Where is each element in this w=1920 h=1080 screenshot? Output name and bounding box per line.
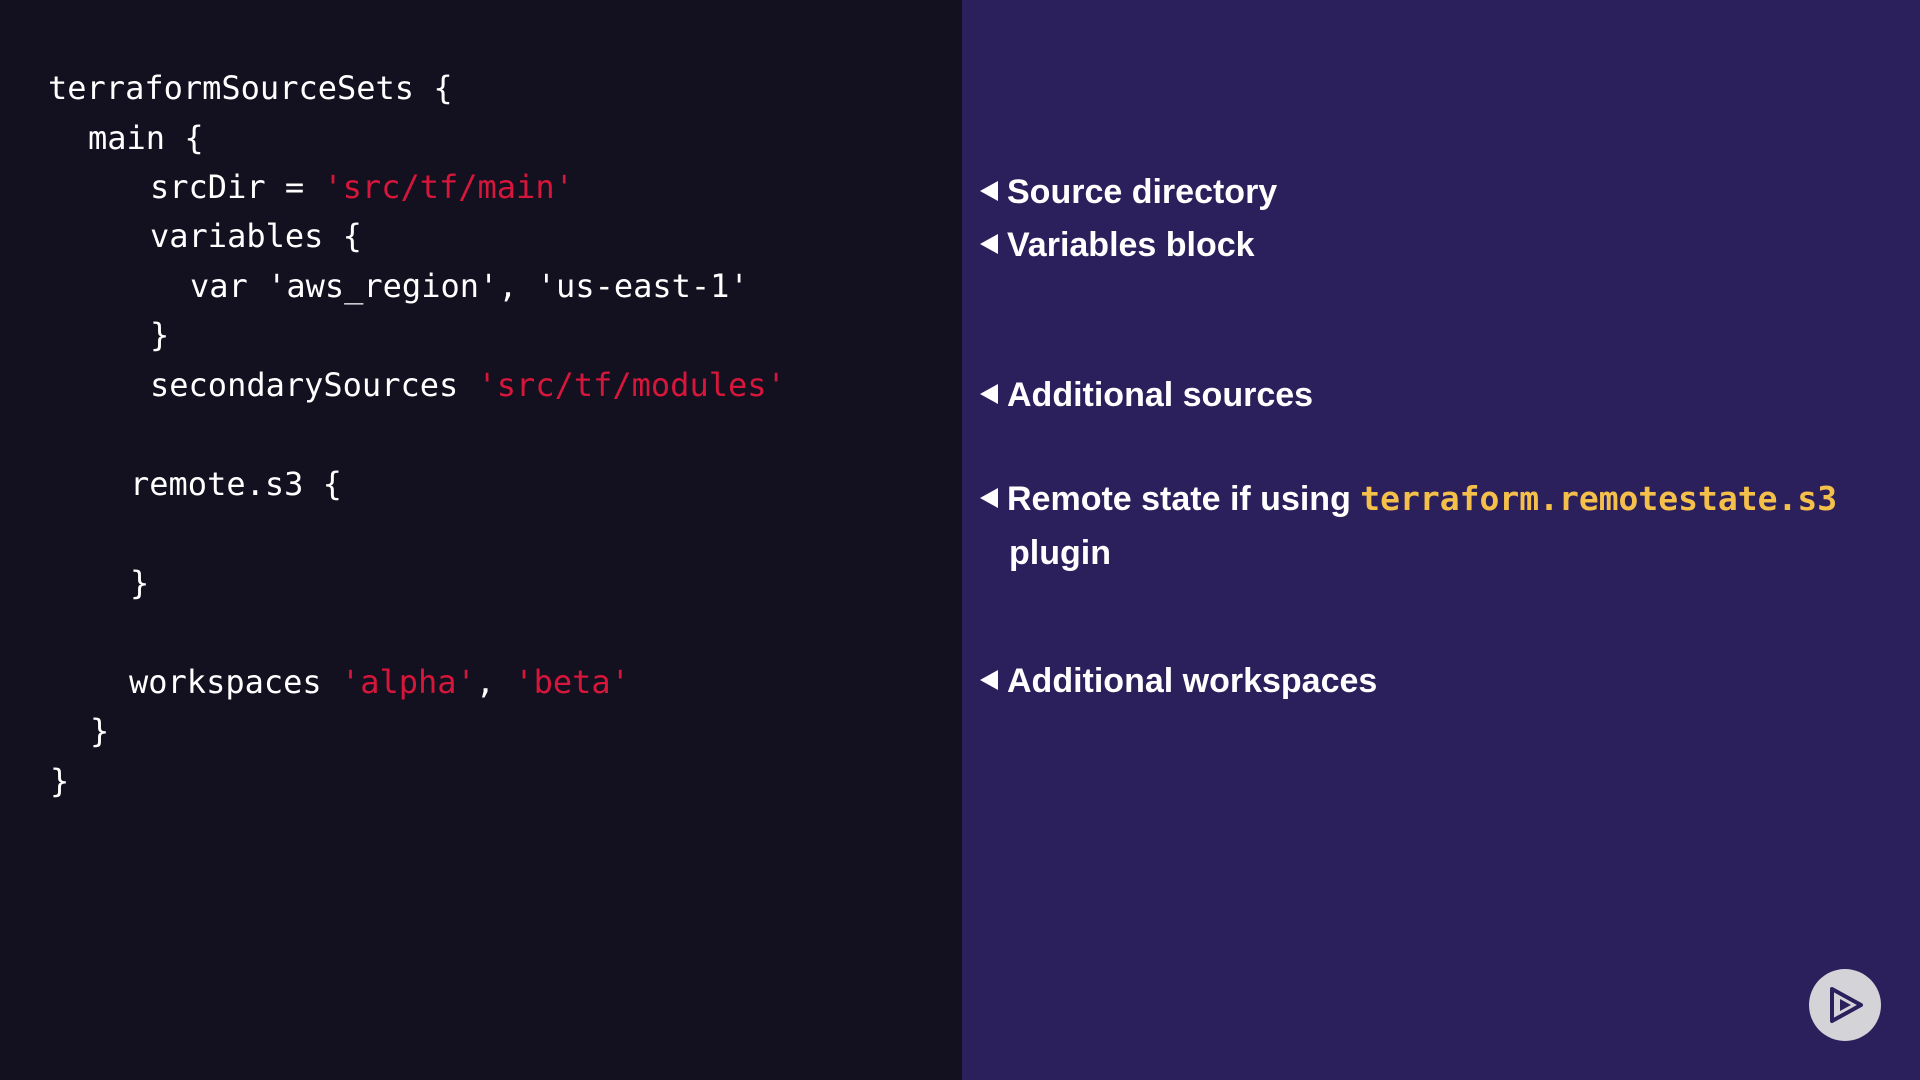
code-token: } [50, 762, 70, 800]
note-remote-state-text: Remote state if using [1007, 480, 1361, 518]
note-variables-block-text: Variables block [1007, 226, 1255, 264]
code-string-literal: 'src/tf/modules' [477, 366, 786, 404]
code-token: } [150, 316, 170, 354]
code-line-main-close: } [90, 711, 109, 751]
code-token: remote.s3 { [130, 465, 342, 503]
code-string-literal: 'alpha' [340, 663, 476, 701]
note-additional-workspaces: Additional workspaces [980, 654, 1377, 708]
note-source-directory-text: Source directory [1007, 173, 1278, 211]
code-line-variables-close: } [150, 315, 169, 355]
code-token: secondarySources [150, 366, 478, 404]
player-play-button[interactable] [1809, 969, 1881, 1041]
note-additional-sources-text: Additional sources [1007, 376, 1314, 414]
code-line-main: main { [88, 118, 204, 158]
note-variables-block: Variables block [980, 218, 1255, 272]
code-token: terraformSourceSets { [48, 69, 453, 107]
code-token: } [90, 712, 110, 750]
code-line-var-aws-region: var 'aws_region', 'us-east-1' [190, 266, 749, 306]
code-line-terraform-source-sets-close: } [50, 761, 69, 801]
code-string-literal: 'src/tf/main' [323, 168, 574, 206]
slide: terraformSourceSets { main { srcDir = 's… [0, 0, 1920, 1080]
code-line-src-dir: srcDir = 'src/tf/main' [150, 167, 574, 207]
code-line-terraform-source-sets: terraformSourceSets { [48, 68, 453, 108]
note-remote-state: Remote state if using terraform.remotest… [980, 472, 1837, 580]
code-token: , [475, 663, 515, 701]
code-token: var 'aws_region', 'us-east-1' [190, 267, 749, 305]
code-panel: terraformSourceSets { main { srcDir = 's… [0, 0, 962, 1080]
code-token: srcDir = [150, 168, 324, 206]
code-line-remote-s3: remote.s3 { [130, 464, 342, 504]
left-triangle-icon [980, 234, 998, 254]
code-token: workspaces [129, 663, 341, 701]
code-line-secondary-sources: secondarySources 'src/tf/modules' [150, 365, 786, 405]
note-remote-state-suffix: plugin [1009, 534, 1111, 572]
code-line-variables: variables { [150, 216, 362, 256]
note-remote-state-plugin-name: terraform.remotestate.s3 [1360, 479, 1838, 518]
code-line-workspaces: workspaces 'alpha', 'beta' [129, 662, 630, 702]
note-source-directory: Source directory [980, 165, 1277, 219]
code-token: variables { [150, 217, 362, 255]
play-icon [1830, 987, 1863, 1023]
code-line-remote-s3-close: } [130, 563, 149, 603]
left-triangle-icon [980, 670, 998, 690]
note-additional-sources: Additional sources [980, 368, 1313, 422]
left-triangle-icon [980, 181, 998, 201]
code-token: main { [88, 119, 204, 157]
code-token: } [130, 564, 150, 602]
note-additional-workspaces-text: Additional workspaces [1007, 662, 1378, 700]
left-triangle-icon [980, 384, 998, 404]
left-triangle-icon [980, 488, 998, 508]
code-string-literal: 'beta' [514, 663, 630, 701]
